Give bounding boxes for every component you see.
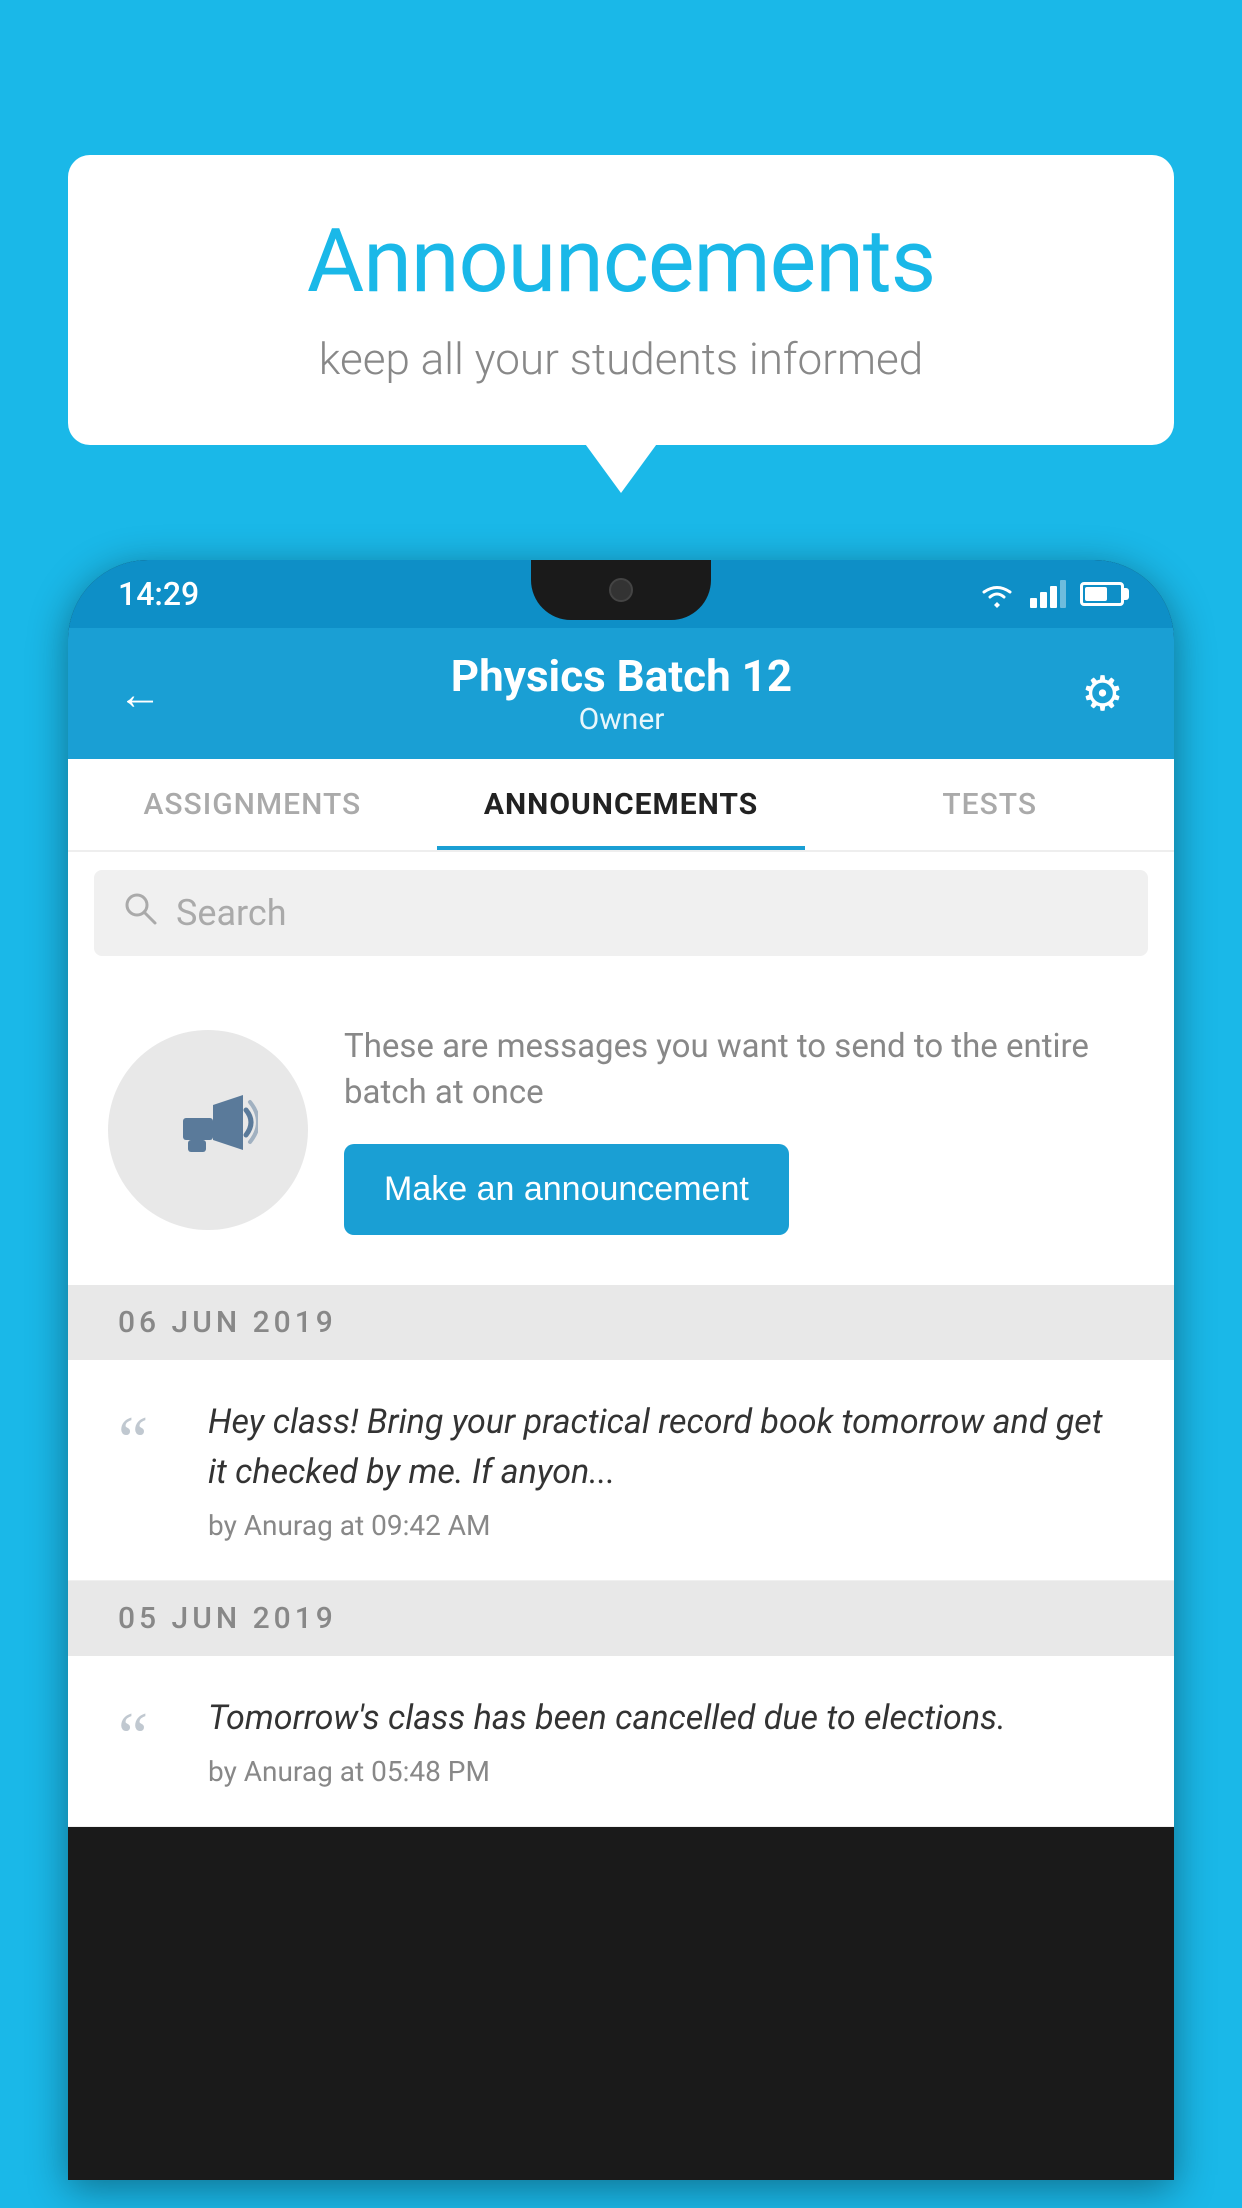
settings-button[interactable]: ⚙ [1081,665,1124,722]
announcement-message-2: Tomorrow's class has been cancelled due … [208,1694,1124,1743]
tab-tests[interactable]: TESTS [805,759,1174,850]
tab-announcements[interactable]: ANNOUNCEMENTS [437,759,806,850]
status-icons [978,580,1124,608]
announcement-meta-2: by Anurag at 05:48 PM [208,1755,1124,1788]
search-icon [122,890,158,936]
tab-bar: ASSIGNMENTS ANNOUNCEMENTS TESTS [68,759,1174,852]
phone-frame: 14:29 [68,560,1174,2180]
app-header: ← Physics Batch 12 Owner ⚙ [68,628,1174,759]
signal-icon [1030,580,1066,608]
quote-icon-2: “ [118,1702,178,1770]
megaphone-icon [158,1080,258,1180]
quote-icon-1: “ [118,1406,178,1474]
speech-bubble-section: Announcements keep all your students inf… [68,155,1174,445]
announcement-item-1[interactable]: “ Hey class! Bring your practical record… [68,1360,1174,1581]
bubble-title: Announcements [128,210,1114,313]
batch-title: Physics Batch 12 [162,650,1081,702]
back-button[interactable]: ← [118,668,162,720]
wifi-icon [978,580,1016,608]
header-center: Physics Batch 12 Owner [162,650,1081,737]
megaphone-circle [108,1030,308,1230]
date-divider-1: 06 JUN 2019 [68,1285,1174,1360]
phone-notch [531,560,711,620]
announcement-message-1: Hey class! Bring your practical record b… [208,1398,1124,1497]
announcement-text-1: Hey class! Bring your practical record b… [208,1398,1124,1542]
speech-bubble: Announcements keep all your students inf… [68,155,1174,445]
bubble-subtitle: keep all your students informed [128,333,1114,385]
announcement-item-2[interactable]: “ Tomorrow's class has been cancelled du… [68,1656,1174,1827]
tab-assignments[interactable]: ASSIGNMENTS [68,759,437,850]
announcement-text-2: Tomorrow's class has been cancelled due … [208,1694,1124,1788]
announcement-meta-1: by Anurag at 09:42 AM [208,1509,1124,1542]
owner-label: Owner [162,702,1081,737]
promo-content: These are messages you want to send to t… [344,1024,1134,1235]
phone-wrapper: 14:29 [68,560,1174,2208]
battery-icon [1080,582,1124,606]
make-announcement-button[interactable]: Make an announcement [344,1144,789,1235]
date-divider-2: 05 JUN 2019 [68,1581,1174,1656]
front-camera [609,578,633,602]
promo-card: These are messages you want to send to t… [68,974,1174,1285]
promo-description: These are messages you want to send to t… [344,1024,1134,1116]
search-container: Search [68,852,1174,974]
search-bar[interactable]: Search [94,870,1148,956]
search-placeholder: Search [176,892,287,934]
